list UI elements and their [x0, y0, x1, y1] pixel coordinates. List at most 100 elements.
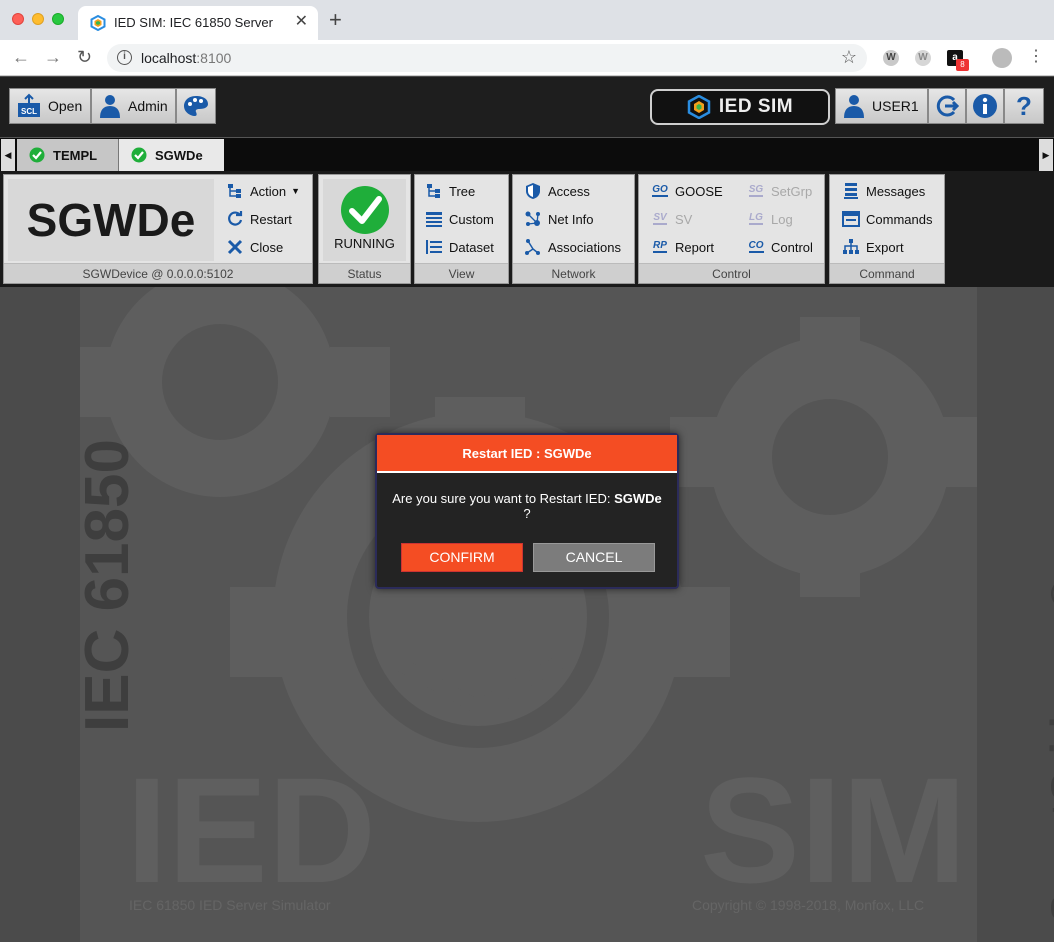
status-group-title: Status [319, 263, 410, 283]
restart-label: Restart [250, 211, 292, 227]
network-access-button[interactable]: Access [524, 180, 590, 202]
iec-61850-vertical-text: IEC 61850 [73, 439, 142, 732]
browser-tab-title: IED SIM: IEC 61850 Server [114, 15, 273, 30]
view-custom-label: Custom [449, 211, 494, 227]
dialog-message-device: SGWDe [614, 491, 662, 506]
theme-palette-button[interactable] [176, 88, 216, 124]
command-commands-label: Commands [866, 211, 933, 227]
control-group: GO GOOSE SV SV RP Report SG SetGrp LG Lo… [638, 174, 825, 284]
user-menu-button[interactable]: USER1 [835, 88, 928, 124]
custom-list-icon [426, 212, 442, 227]
command-export-button[interactable]: Export [842, 236, 904, 258]
profile-avatar-icon[interactable] [992, 48, 1012, 68]
ied-sim-brand-logo: IED SIM [650, 89, 830, 125]
control-report-button[interactable]: RP Report [651, 236, 714, 258]
control-control-button[interactable]: CO Control [747, 236, 813, 258]
device-group: SGWDe Action ▼ Restart Close SGWDevice @… [3, 174, 313, 284]
scl-file-icon: SCL [18, 93, 40, 117]
status-panel: RUNNING [323, 179, 406, 261]
control-goose-button[interactable]: GO GOOSE [651, 180, 723, 202]
help-question-icon: ? [1016, 91, 1032, 121]
view-tree-button[interactable]: Tree [425, 180, 475, 202]
tabs-scroll-right-icon[interactable]: ▶ [1039, 139, 1053, 171]
browser-menu-icon[interactable]: ⋮ [1028, 46, 1044, 68]
extension-badge: 8 [956, 59, 969, 71]
device-tab-sgwde[interactable]: SGWDe [119, 139, 224, 171]
info-button[interactable] [966, 88, 1004, 124]
device-name-panel: SGWDe [8, 179, 214, 261]
smartgridware-vertical-text: SmartGridware ® [1042, 578, 1054, 922]
info-icon [973, 94, 997, 118]
control-log-label: Log [771, 211, 793, 227]
report-icon: RP [653, 240, 667, 253]
running-check-icon [341, 186, 389, 234]
logout-button[interactable] [928, 88, 966, 124]
admin-user-icon [100, 95, 120, 118]
palette-icon [184, 96, 208, 116]
confirm-button[interactable]: CONFIRM [401, 543, 523, 572]
chevron-down-icon: ▼ [291, 186, 301, 196]
device-name: SGWDe [26, 194, 196, 246]
watermark-ied-text: IED [126, 746, 377, 914]
view-dataset-button[interactable]: Dataset [425, 236, 494, 258]
action-dropdown[interactable]: Action ▼ [226, 180, 300, 202]
new-tab-button[interactable]: + [329, 9, 342, 31]
bookmark-star-icon[interactable]: ☆ [841, 47, 857, 68]
command-commands-button[interactable]: Commands [842, 208, 932, 230]
url-field[interactable]: i localhost:8100 ☆ [107, 44, 867, 72]
forward-arrow-icon[interactable]: → [44, 47, 62, 67]
log-icon: LG [749, 212, 763, 225]
window-close-button[interactable] [12, 13, 24, 25]
control-log-button[interactable]: LG Log [747, 208, 793, 230]
action-label: Action [250, 183, 287, 199]
admin-button[interactable]: Admin [91, 88, 176, 124]
network-group: Access Net Info Associations Network [512, 174, 635, 284]
control-sv-button[interactable]: SV SV [651, 208, 692, 230]
view-custom-button[interactable]: Custom [425, 208, 494, 230]
footer-copyright-text: Copyright © 1998-2018, Monfox, LLC [692, 897, 925, 913]
svg-text:SCL: SCL [21, 107, 37, 116]
window-zoom-button[interactable] [52, 13, 64, 25]
extension-w-icon[interactable]: W [883, 50, 899, 66]
view-dataset-label: Dataset [449, 239, 494, 255]
control-report-label: Report [675, 239, 715, 255]
messages-icon [844, 183, 858, 199]
shield-icon [526, 183, 540, 199]
network-associations-label: Associations [548, 239, 621, 255]
window-minimize-button[interactable] [32, 13, 44, 25]
cancel-button[interactable]: CANCEL [533, 543, 655, 572]
network-associations-button[interactable]: Associations [524, 236, 621, 258]
device-tab-templ[interactable]: TEMPL [17, 139, 119, 171]
reload-icon[interactable]: ↻ [77, 47, 92, 67]
help-button[interactable]: ? [1004, 88, 1044, 124]
close-x-icon [227, 239, 243, 255]
view-group-title: View [415, 263, 508, 283]
close-device-button[interactable]: Close [226, 236, 283, 258]
templ-ok-check-icon [29, 147, 45, 163]
browser-tab-strip: IED SIM: IEC 61850 Server ✕ + [0, 0, 1054, 40]
close-label: Close [250, 239, 284, 255]
network-netinfo-button[interactable]: Net Info [524, 208, 594, 230]
control-setgrp-button[interactable]: SG SetGrp [747, 180, 812, 202]
status-group: RUNNING Status [318, 174, 411, 284]
control-setgrp-label: SetGrp [771, 183, 813, 199]
extension-w2-icon[interactable]: W [915, 50, 931, 66]
commands-window-icon [842, 211, 860, 227]
back-arrow-icon[interactable]: ← [12, 47, 30, 67]
command-messages-button[interactable]: Messages [842, 180, 925, 202]
sgwde-ok-check-icon [131, 147, 147, 163]
brand-name: IED SIM [718, 96, 794, 117]
tabs-scroll-left-icon[interactable]: ◀ [1, 139, 15, 171]
close-tab-icon[interactable]: ✕ [295, 13, 308, 31]
command-export-label: Export [866, 239, 904, 255]
site-info-icon[interactable]: i [117, 50, 132, 65]
watermark-sim-text: SIM [700, 746, 967, 914]
dialog-message-question: ? [523, 506, 531, 521]
restart-button[interactable]: Restart [226, 208, 292, 230]
setgrp-icon: SG [748, 184, 764, 197]
device-tab-label: SGWDe [155, 147, 203, 163]
url-text: localhost:8100 [141, 50, 231, 66]
open-scl-button[interactable]: SCL Open [9, 88, 91, 124]
browser-tab[interactable]: IED SIM: IEC 61850 Server ✕ [78, 6, 318, 40]
open-label: Open [48, 98, 83, 114]
